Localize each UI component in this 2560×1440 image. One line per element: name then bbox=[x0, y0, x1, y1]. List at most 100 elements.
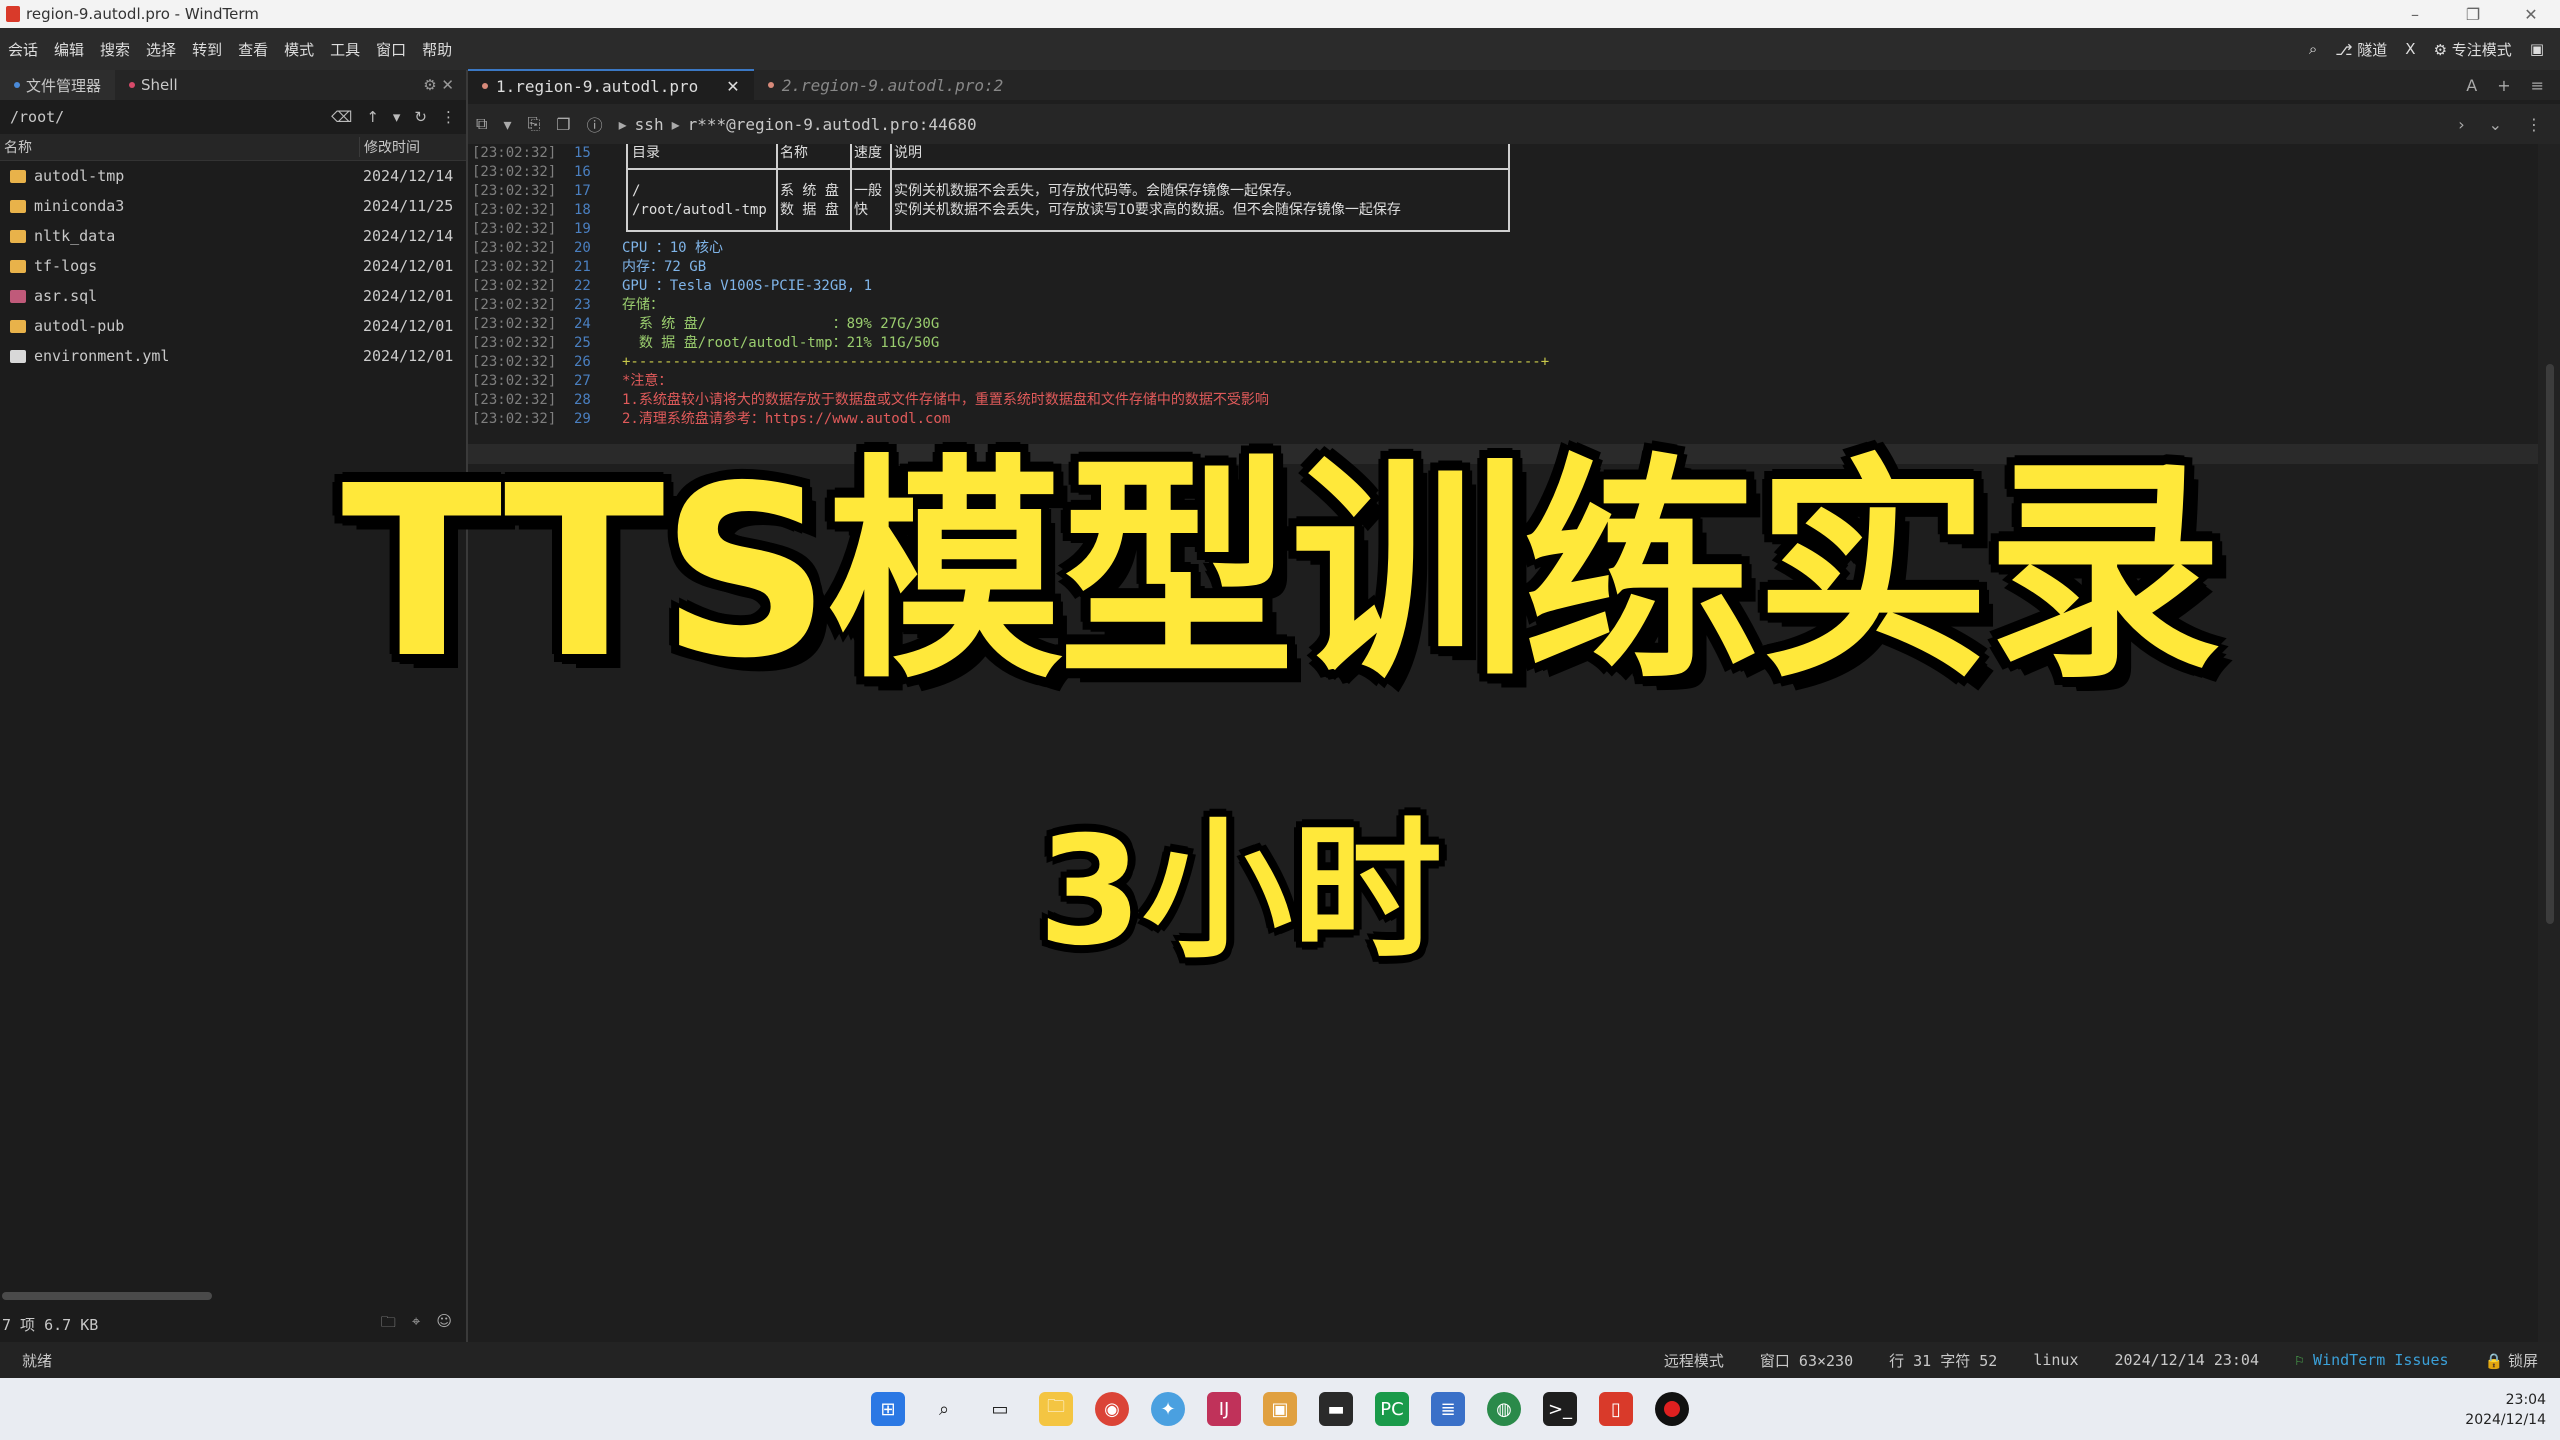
windterm-icon[interactable]: ▯ bbox=[1599, 1392, 1633, 1426]
file-name: tf-logs bbox=[34, 257, 98, 275]
minimize-button[interactable]: – bbox=[2386, 5, 2444, 24]
console-icon[interactable]: >_ bbox=[1543, 1392, 1577, 1426]
more-icon[interactable]: ⋮ bbox=[2526, 115, 2542, 134]
file-row[interactable]: asr.sql 2024/12/01 bbox=[0, 281, 466, 311]
chevron-down-icon[interactable]: ▾ bbox=[503, 115, 511, 134]
terminal-app-icon[interactable]: ▬ bbox=[1319, 1392, 1353, 1426]
file-icon bbox=[10, 289, 26, 303]
tab-shell[interactable]: Shell bbox=[115, 70, 192, 100]
up-arrow-icon[interactable]: ↑ bbox=[366, 108, 379, 126]
file-row[interactable]: environment.yml 2024/12/01 bbox=[0, 341, 466, 371]
file-date: 2024/12/01 bbox=[363, 257, 454, 275]
clear-icon[interactable]: ⌫ bbox=[331, 108, 352, 126]
line-number: 20 bbox=[574, 240, 591, 256]
chevron-down-icon[interactable]: ▾ bbox=[393, 108, 401, 126]
menu-edit[interactable]: 编辑 bbox=[46, 39, 92, 60]
chevron-right-icon[interactable]: › bbox=[2458, 115, 2464, 134]
col-mtime[interactable]: 修改时间 bbox=[359, 137, 420, 157]
line-number: 23 bbox=[574, 297, 591, 313]
lock-icon: 🔒 bbox=[2484, 1351, 2504, 1370]
file-name: miniconda3 bbox=[34, 197, 125, 215]
new-folder-icon[interactable]: 🗀 bbox=[381, 1312, 396, 1337]
timestamp: [23:02:32] bbox=[472, 240, 557, 256]
clock-date: 2024/12/14 bbox=[2465, 1412, 2546, 1428]
folder-icon bbox=[10, 229, 26, 243]
pycharm-icon[interactable]: PC bbox=[1375, 1392, 1409, 1426]
new-session-icon[interactable]: ⧉ bbox=[476, 114, 487, 134]
menu-select[interactable]: 选择 bbox=[138, 39, 184, 60]
focus-mode-button[interactable]: ⚙ 专注模式 bbox=[2434, 39, 2512, 60]
record-icon[interactable] bbox=[1655, 1392, 1689, 1426]
chevron-down-icon[interactable]: ⌄ bbox=[2489, 115, 2502, 134]
tab-file-manager[interactable]: 文件管理器 bbox=[0, 70, 116, 100]
file-explorer-icon[interactable]: 🗀 bbox=[1039, 1392, 1073, 1426]
vertical-scrollbar[interactable] bbox=[2538, 144, 2560, 1342]
status-mode[interactable]: 远程模式 bbox=[1664, 1350, 1724, 1371]
menu-goto[interactable]: 转到 bbox=[184, 39, 230, 60]
menu-view[interactable]: 查看 bbox=[230, 39, 276, 60]
path-input[interactable]: /root/ bbox=[10, 108, 64, 126]
menu-search[interactable]: 搜索 bbox=[92, 39, 138, 60]
system-clock[interactable]: 23:04 2024/12/14 bbox=[2465, 1390, 2546, 1430]
menu-tools[interactable]: 工具 bbox=[322, 39, 368, 60]
layout-icon[interactable]: ▣ bbox=[2530, 40, 2544, 58]
tab-menu-icon[interactable]: ≡ bbox=[2531, 76, 2544, 95]
tab-session-1-label: 1.region-9.autodl.pro bbox=[496, 76, 699, 96]
terminal-output[interactable]: 目录 名称 速度 说明 / 系 统 盘一般 实例关机数据不会丢失，可存放代码等。会随保存镜像… bbox=[468, 144, 2538, 1342]
tab-session-2[interactable]: 2.region-9.autodl.pro:2 bbox=[754, 70, 1018, 100]
line-text: GPU ：Tesla V100S-PCIE-32GB, 1 bbox=[622, 278, 873, 294]
status-window[interactable]: 窗口 63×230 bbox=[1760, 1350, 1853, 1371]
terminal-line: [23:02:32] 26 +---------------------------… bbox=[468, 353, 2538, 372]
windows-start-icon[interactable]: ⊞ bbox=[871, 1392, 905, 1426]
jetbrains-icon[interactable]: IJ bbox=[1207, 1392, 1241, 1426]
menu-mode[interactable]: 模式 bbox=[276, 39, 322, 60]
tab-session-1[interactable]: 1.region-9.autodl.pro ✕ bbox=[468, 69, 754, 101]
refresh-icon[interactable]: ↻ bbox=[414, 108, 427, 126]
file-row[interactable]: tf-logs 2024/12/01 bbox=[0, 251, 466, 281]
file-row[interactable]: autodl-pub 2024/12/01 bbox=[0, 311, 466, 341]
close-button[interactable]: ✕ bbox=[2502, 5, 2560, 24]
session-tabs: 1.region-9.autodl.pro ✕ 2.region-9.autod… bbox=[468, 69, 2560, 101]
chrome-icon[interactable]: ◉ bbox=[1095, 1392, 1129, 1426]
timestamp: [23:02:32] bbox=[472, 164, 557, 180]
file-name: nltk_data bbox=[34, 227, 116, 245]
panel-settings-icon[interactable]: ⚙ ✕ bbox=[423, 76, 466, 94]
font-icon[interactable]: A bbox=[2466, 76, 2477, 95]
horizontal-scrollbar[interactable] bbox=[2, 1292, 212, 1300]
user-icon[interactable]: ☺ bbox=[436, 1312, 452, 1337]
close-icon[interactable]: ✕ bbox=[726, 77, 739, 96]
file-column-header: 名称 修改时间 bbox=[0, 134, 466, 161]
file-row[interactable]: nltk_data 2024/12/14 bbox=[0, 221, 466, 251]
menu-session[interactable]: 会话 bbox=[0, 39, 46, 60]
copy-icon[interactable]: ⎘ bbox=[527, 114, 540, 134]
app-icon[interactable]: ▣ bbox=[1263, 1392, 1297, 1426]
status-os[interactable]: linux bbox=[2033, 1351, 2078, 1369]
notepad-icon[interactable]: ≣ bbox=[1431, 1392, 1465, 1426]
location-icon[interactable]: ⌖ bbox=[412, 1312, 420, 1337]
tunnel-label: 隧道 bbox=[2357, 40, 2388, 59]
task-view-icon[interactable]: ▭ bbox=[983, 1392, 1017, 1426]
globe-icon[interactable]: ◍ bbox=[1487, 1392, 1521, 1426]
status-issues-link[interactable]: ⚐ WindTerm Issues bbox=[2295, 1351, 2449, 1369]
status-position[interactable]: 行 31 字符 52 bbox=[1889, 1350, 1997, 1371]
menu-help[interactable]: 帮助 bbox=[414, 39, 460, 60]
status-lock[interactable]: 🔒 锁屏 bbox=[2485, 1350, 2538, 1371]
file-list: autodl-tmp 2024/12/14 miniconda3 2024/11/25… bbox=[0, 161, 466, 371]
x-icon[interactable]: X bbox=[2405, 40, 2415, 58]
search-icon[interactable]: ⌕ bbox=[927, 1392, 961, 1426]
maximize-button[interactable]: ❐ bbox=[2444, 5, 2502, 24]
menu-window[interactable]: 窗口 bbox=[368, 39, 414, 60]
info-icon[interactable]: ⓘ bbox=[587, 112, 603, 136]
search-icon[interactable]: ⌕ bbox=[2309, 40, 2317, 58]
copilot-icon[interactable]: ✦ bbox=[1151, 1392, 1185, 1426]
timestamp: [23:02:32] bbox=[472, 145, 557, 161]
host-field[interactable]: r***@region-9.autodl.pro:44680 bbox=[688, 115, 977, 134]
add-tab-icon[interactable]: + bbox=[2497, 76, 2510, 95]
file-row[interactable]: autodl-tmp 2024/12/14 bbox=[0, 161, 466, 191]
col-name[interactable]: 名称 bbox=[0, 137, 359, 157]
left-tabs: 文件管理器 Shell ⚙ ✕ bbox=[0, 70, 466, 100]
duplicate-icon[interactable]: ❐ bbox=[556, 115, 570, 134]
more-icon[interactable]: ⋮ bbox=[441, 108, 456, 126]
file-row[interactable]: miniconda3 2024/11/25 bbox=[0, 191, 466, 221]
tunnel-button[interactable]: ⎇ 隧道 bbox=[2335, 39, 2387, 60]
